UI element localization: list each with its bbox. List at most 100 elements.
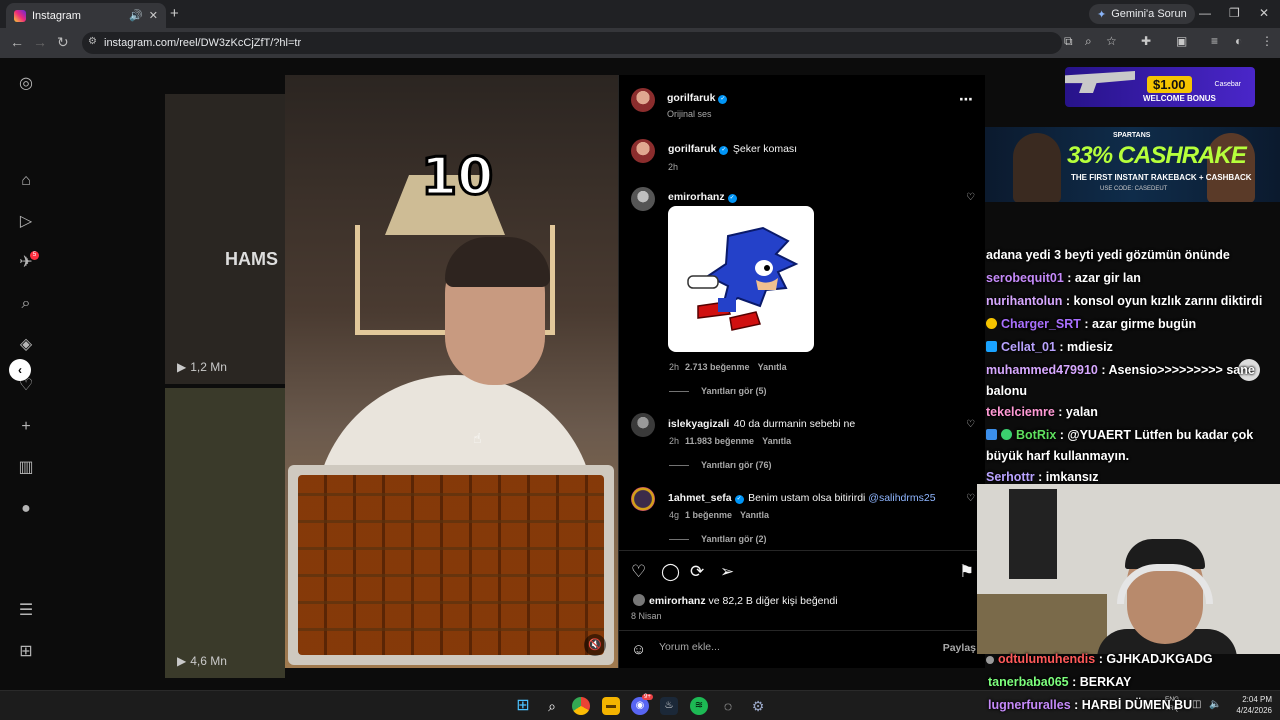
share-icon[interactable]: ➢ — [720, 562, 734, 582]
site-info-icon[interactable]: ⚙ — [88, 36, 97, 47]
explore-icon[interactable]: ◈ — [16, 335, 36, 355]
window-close-icon[interactable]: ✕ — [1259, 6, 1269, 20]
ad-code: USE CODE: CASEDEUT — [1100, 186, 1168, 192]
view-replies-button[interactable]: Yanıtları gör (2) — [669, 534, 767, 544]
tab-title: Instagram — [32, 9, 81, 22]
previous-reel-button[interactable]: ‹ — [9, 359, 31, 381]
chrome-icon[interactable] — [572, 697, 590, 715]
more-options-icon[interactable]: ⋯ — [959, 91, 973, 108]
tile-overlay-text: HAMS — [225, 249, 278, 269]
ad-brand: Casebar — [1214, 81, 1241, 88]
comment-likes[interactable]: 1 beğenme — [685, 510, 732, 520]
profile-icon[interactable]: ◐ — [1235, 34, 1242, 48]
tab-close-icon[interactable]: ✕ — [149, 9, 158, 22]
sidepanel-icon[interactable]: ▣ — [1176, 34, 1187, 48]
like-icon[interactable]: ♡ — [631, 562, 646, 582]
back-icon[interactable]: ← — [10, 34, 24, 50]
save-bookmark-icon[interactable]: ⚑ — [959, 562, 974, 582]
chat-text: : azar girme bugün — [1080, 317, 1197, 331]
sonic-sprite-icon — [687, 226, 799, 331]
post-date: 8 Nisan — [631, 611, 662, 621]
mute-toggle-icon[interactable]: 🔇 — [584, 634, 606, 656]
install-icon[interactable]: ⧉ — [1064, 34, 1073, 49]
reel-video[interactable]: 10 ☝ 🔇 — [285, 75, 618, 668]
gemini-icon: ✦ — [1097, 8, 1107, 21]
more-menu-icon[interactable]: ☰ — [16, 601, 36, 621]
comment-mention[interactable]: @salihdrms25 — [868, 492, 935, 504]
repost-icon[interactable]: ⟳ — [690, 562, 704, 582]
home-icon[interactable]: ⌂ — [16, 171, 36, 191]
likes-user[interactable]: emirorhanz — [649, 595, 706, 607]
chat-username: muhammed479910 — [986, 363, 1098, 377]
comment-avatar[interactable] — [631, 413, 655, 437]
reel-tile[interactable]: HAMS ▶ 1,2 Mn — [165, 94, 285, 384]
reply-button[interactable]: Yanıtla — [762, 436, 791, 446]
comment-likes[interactable]: 2.713 beğenme — [685, 362, 750, 372]
chat-username: lugnerfuralles — [988, 698, 1071, 712]
browser-menu-icon[interactable]: ⋮ — [1261, 34, 1273, 48]
minimize-icon[interactable]: — — [1199, 6, 1211, 20]
comment-like-icon[interactable]: ♡ — [966, 493, 975, 504]
ad-bonus-text: WELCOME BONUS — [1143, 94, 1216, 103]
caption-username[interactable]: gorilfaruk — [668, 143, 716, 155]
comment-avatar[interactable] — [631, 187, 655, 211]
new-tab-button[interactable]: + — [170, 5, 179, 22]
settings-gear-icon[interactable]: ⚙ — [749, 697, 767, 715]
reload-icon[interactable]: ↻ — [57, 34, 69, 51]
reply-button[interactable]: Yanıtla — [758, 362, 787, 372]
zoom-icon[interactable]: ⌕ — [1085, 34, 1092, 49]
gemini-button[interactable]: ✦ Gemini'a Sorun — [1089, 4, 1195, 24]
file-explorer-icon[interactable]: ▬ — [602, 697, 620, 715]
dashboard-icon[interactable]: ▥ — [16, 458, 36, 478]
forward-icon[interactable]: → — [33, 34, 47, 50]
post-comment-button[interactable]: Paylaş — [943, 642, 976, 654]
comment-likes[interactable]: 11.983 beğenme — [685, 436, 754, 446]
taskbar-search-icon[interactable]: ⌕ — [543, 697, 561, 715]
create-icon[interactable]: + — [16, 417, 36, 437]
author-username[interactable]: gorilfaruk — [667, 92, 715, 104]
caption-author-avatar[interactable] — [631, 139, 655, 163]
reels-icon[interactable]: ▷ — [16, 212, 36, 232]
actions-divider — [619, 550, 986, 551]
reply-button[interactable]: Yanıtla — [740, 510, 769, 520]
comment-icon[interactable]: ◯ — [661, 562, 680, 582]
chat-badge-icon — [986, 656, 994, 664]
ad-brand: SPARTANS — [1113, 132, 1151, 139]
comment-input[interactable] — [659, 641, 919, 653]
app-icon[interactable]: ◌ — [719, 697, 737, 715]
tab-audio-icon[interactable]: 🔊 — [129, 9, 143, 22]
chat-message: lugnerfuralles : HARBİ DÜMEN BU — [988, 695, 1228, 716]
comment-avatar[interactable] — [631, 487, 655, 511]
instagram-logo-icon[interactable]: ◎ — [16, 74, 36, 94]
caption-time: 2h — [668, 162, 679, 172]
author-avatar[interactable] — [631, 88, 655, 112]
browser-tab-instagram[interactable]: Instagram 🔊 ✕ — [6, 3, 166, 28]
comment-username[interactable]: 1ahmet_sefa — [668, 492, 732, 504]
extensions-icon[interactable]: ✚ — [1141, 34, 1151, 48]
casebar-ad-banner: $1.00 WELCOME BONUS Casebar — [1065, 67, 1255, 107]
emoji-picker-icon[interactable]: ☺ — [631, 641, 646, 658]
system-clock[interactable]: 2:04 PM 4/24/2026 — [1226, 694, 1272, 716]
media-icon[interactable]: ≡ — [1211, 34, 1218, 48]
maximize-icon[interactable]: ❐ — [1229, 6, 1240, 20]
comment-like-icon[interactable]: ♡ — [966, 419, 975, 430]
audio-label[interactable]: Orijinal ses — [667, 109, 727, 119]
profile-avatar-icon[interactable]: ● — [16, 499, 36, 519]
view-replies-button[interactable]: Yanıtları gör (76) — [669, 460, 772, 470]
browser-tab-bar: Instagram 🔊 ✕ + ✦ Gemini'a Sorun — ❐ ✕ — [0, 0, 1280, 28]
search-icon[interactable]: ⌕ — [16, 294, 36, 314]
comment-username[interactable]: emirorhanz — [668, 191, 725, 203]
reel-tile[interactable]: ▶ 4,6 Mn — [165, 388, 285, 678]
bookmark-star-icon[interactable]: ☆ — [1106, 34, 1117, 48]
likes-rest[interactable]: ve 82,2 B diğer kişi beğendi — [706, 595, 838, 607]
comment-username[interactable]: islekyagizali — [668, 418, 729, 430]
clock-date: 4/24/2026 — [1236, 706, 1272, 715]
verified-badge-icon: ✓ — [719, 146, 729, 155]
steam-icon[interactable]: ♨ — [660, 697, 678, 715]
comment-like-icon[interactable]: ♡ — [966, 192, 975, 203]
windows-start-icon[interactable]: ⊞ — [514, 697, 532, 715]
also-from-meta-icon[interactable]: ⊞ — [16, 642, 36, 662]
url-field[interactable]: instagram.com/reel/DW3zKcCjZfT/?hl=tr — [82, 32, 1062, 54]
spotify-icon[interactable]: ≋ — [690, 697, 708, 715]
view-replies-button[interactable]: Yanıtları gör (5) — [669, 386, 767, 396]
